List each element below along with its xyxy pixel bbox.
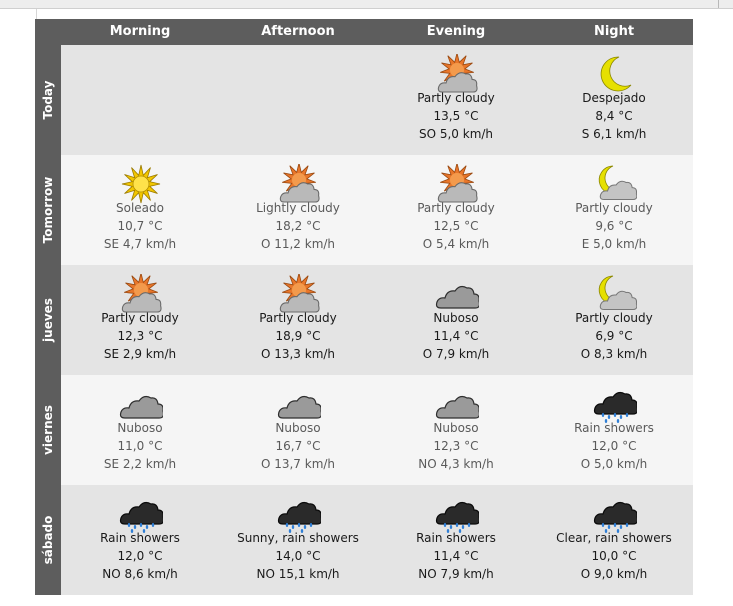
forecast-cell: Lightly cloudy 18,2 °C O 11,2 km/h: [219, 155, 377, 265]
wind-text: O 8,3 km/h: [580, 347, 648, 361]
forecast-cell: Despejado 8,4 °C S 6,1 km/h: [535, 45, 693, 155]
forecast-cell: Partly cloudy 9,6 °C E 5,0 km/h: [535, 155, 693, 265]
temperature-text: 6,9 °C: [595, 329, 633, 343]
condition-text: Nuboso: [275, 421, 321, 435]
forecast-row: sábado Rain showers 12,0 °C NO 8,6 km/h Sunn…: [35, 485, 693, 595]
condition-text: Partly cloudy: [417, 91, 495, 105]
forecast-cell: Partly cloudy 12,5 °C O 5,4 km/h: [377, 155, 535, 265]
wind-text: SE 4,7 km/h: [103, 237, 177, 251]
day-label-text: sábado: [41, 515, 55, 565]
wind-text: O 7,9 km/h: [422, 347, 490, 361]
forecast-cell: [61, 45, 219, 155]
condition-text: Partly cloudy: [101, 311, 179, 325]
forecast-cell: Rain showers 11,4 °C NO 7,9 km/h: [377, 485, 535, 595]
forecast-cell: Nuboso 16,7 °C O 13,7 km/h: [219, 375, 377, 485]
wind-text: O 5,0 km/h: [580, 457, 648, 471]
wind-text: SE 2,2 km/h: [103, 457, 177, 471]
forecast-cell: Rain showers 12,0 °C O 5,0 km/h: [535, 375, 693, 485]
forecast-cell: Sunny, rain showers 14,0 °C NO 15,1 km/h: [219, 485, 377, 595]
wind-text: NO 8,6 km/h: [102, 567, 178, 581]
wind-text: O 13,3 km/h: [260, 347, 336, 361]
forecast-cell: Rain showers 12,0 °C NO 8,6 km/h: [61, 485, 219, 595]
day-label-text: jueves: [41, 298, 55, 342]
left-guide-line: [36, 9, 37, 19]
condition-text: Clear, rain showers: [556, 531, 672, 545]
temperature-text: 12,0 °C: [117, 549, 163, 563]
forecast-cell: Soleado 10,7 °C SE 4,7 km/h: [61, 155, 219, 265]
day-label: Today: [35, 45, 61, 155]
forecast-cell: Clear, rain showers 10,0 °C O 9,0 km/h: [535, 485, 693, 595]
header-evening: Evening: [426, 24, 486, 39]
day-label: sábado: [35, 485, 61, 595]
wind-text: O 13,7 km/h: [260, 457, 336, 471]
temperature-text: 11,0 °C: [117, 439, 163, 453]
day-label-text: Today: [41, 80, 55, 120]
day-label-text: Tomorrow: [41, 176, 55, 244]
condition-text: Partly cloudy: [575, 311, 653, 325]
temperature-text: 12,3 °C: [433, 439, 479, 453]
forecast-cell: Nuboso 11,0 °C SE 2,2 km/h: [61, 375, 219, 485]
temperature-text: 18,9 °C: [275, 329, 321, 343]
temperature-text: 12,3 °C: [117, 329, 163, 343]
wind-text: O 5,4 km/h: [422, 237, 490, 251]
condition-text: Lightly cloudy: [256, 201, 340, 215]
condition-text: Soleado: [116, 201, 164, 215]
temperature-text: 11,4 °C: [433, 549, 479, 563]
wind-text: NO 7,9 km/h: [418, 567, 494, 581]
condition-text: Despejado: [582, 91, 646, 105]
forecast-row: Tomorrow Soleado 10,7 °C SE 4,7 km/h Lightly…: [35, 155, 693, 265]
wind-text: E 5,0 km/h: [581, 237, 647, 251]
forecast-table: Morning Afternoon Evening Night Today Par…: [35, 19, 693, 596]
forecast-row: Today Partly cloudy 13,5 °C SO 5,0 km/h Desp…: [35, 45, 693, 155]
day-label: viernes: [35, 375, 61, 485]
temperature-text: 16,7 °C: [275, 439, 321, 453]
temperature-text: 18,2 °C: [275, 219, 321, 233]
temperature-text: 10,7 °C: [117, 219, 163, 233]
forecast-cell: Partly cloudy 18,9 °C O 13,3 km/h: [219, 265, 377, 375]
condition-text: Sunny, rain showers: [237, 531, 359, 545]
condition-text: Partly cloudy: [575, 201, 653, 215]
browser-top-strip: [0, 0, 733, 9]
temperature-text: 13,5 °C: [433, 109, 479, 123]
temperature-text: 11,4 °C: [433, 329, 479, 343]
wind-text: NO 15,1 km/h: [256, 567, 340, 581]
wind-text: S 6,1 km/h: [581, 127, 647, 141]
wind-text: O 9,0 km/h: [580, 567, 648, 581]
condition-text: Rain showers: [416, 531, 496, 545]
forecast-header: Morning Afternoon Evening Night: [35, 19, 693, 45]
condition-text: Nuboso: [433, 421, 479, 435]
day-label-text: viernes: [41, 405, 55, 455]
forecast-cell: [219, 45, 377, 155]
header-night: Night: [593, 24, 635, 39]
forecast-cell: Nuboso 11,4 °C O 7,9 km/h: [377, 265, 535, 375]
temperature-text: 8,4 °C: [595, 109, 633, 123]
forecast-row: viernes Nuboso 11,0 °C SE 2,2 km/h Nuboso 16,…: [35, 375, 693, 485]
temperature-text: 12,0 °C: [591, 439, 637, 453]
temperature-text: 14,0 °C: [275, 549, 321, 563]
temperature-text: 12,5 °C: [433, 219, 479, 233]
top-strip-divider: [0, 0, 719, 8]
header-afternoon: Afternoon: [261, 24, 335, 39]
forecast-cell: Partly cloudy 13,5 °C SO 5,0 km/h: [377, 45, 535, 155]
forecast-row: jueves Partly cloudy 12,3 °C SE 2,9 km/h Par…: [35, 265, 693, 375]
condition-text: Partly cloudy: [417, 201, 495, 215]
wind-text: O 11,2 km/h: [260, 237, 336, 251]
header-morning: Morning: [109, 24, 171, 39]
condition-text: Rain showers: [100, 531, 180, 545]
wind-text: SE 2,9 km/h: [103, 347, 177, 361]
forecast-cell: Partly cloudy 12,3 °C SE 2,9 km/h: [61, 265, 219, 375]
day-label: Tomorrow: [35, 155, 61, 265]
condition-text: Rain showers: [574, 421, 654, 435]
forecast-cell: Partly cloudy 6,9 °C O 8,3 km/h: [535, 265, 693, 375]
condition-text: Partly cloudy: [259, 311, 337, 325]
temperature-text: 10,0 °C: [591, 549, 637, 563]
forecast-cell: Nuboso 12,3 °C NO 4,3 km/h: [377, 375, 535, 485]
temperature-text: 9,6 °C: [595, 219, 633, 233]
wind-text: SO 5,0 km/h: [418, 127, 494, 141]
condition-text: Nuboso: [433, 311, 479, 325]
day-label: jueves: [35, 265, 61, 375]
wind-text: NO 4,3 km/h: [418, 457, 494, 471]
condition-text: Nuboso: [117, 421, 163, 435]
